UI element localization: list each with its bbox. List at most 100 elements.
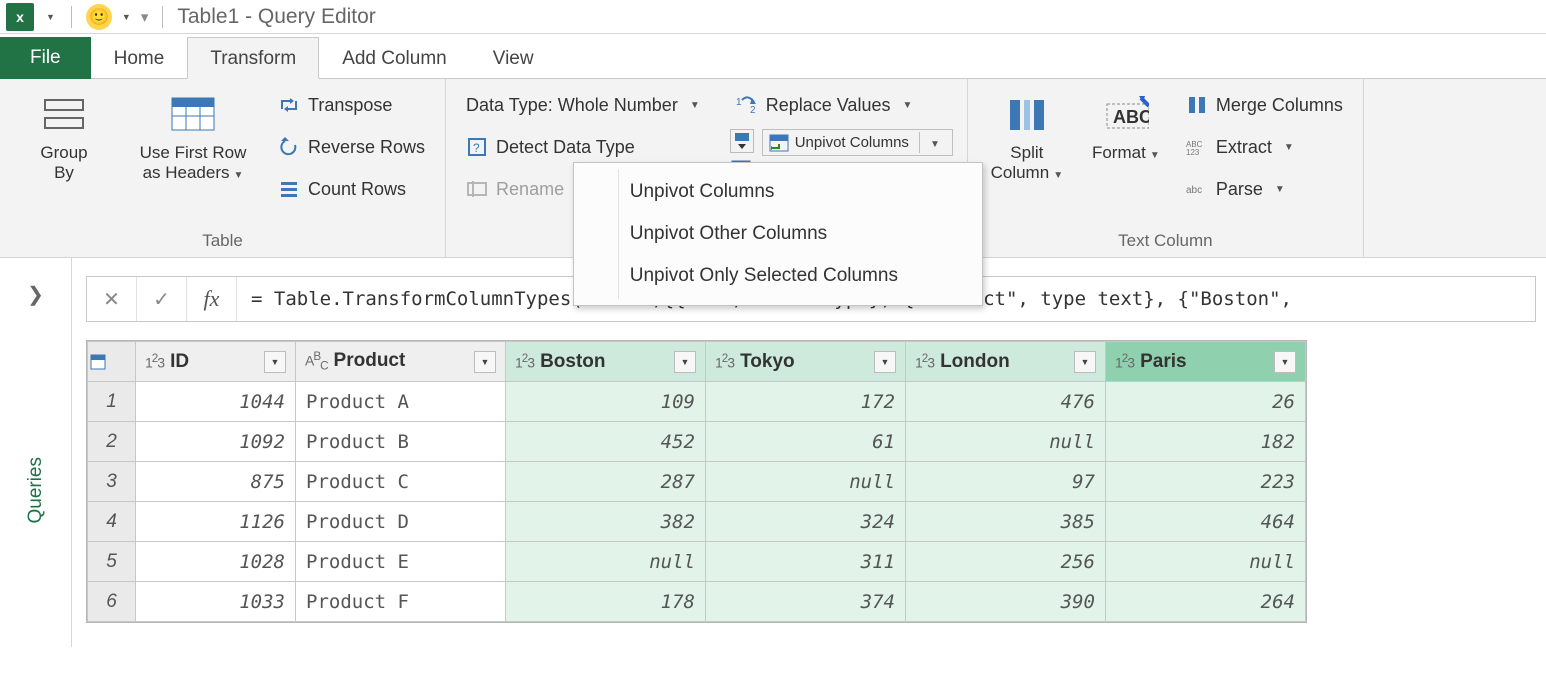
cell-value[interactable]: null bbox=[1106, 542, 1306, 582]
cell-id[interactable]: 1033 bbox=[136, 582, 296, 622]
tab-transform[interactable]: Transform bbox=[187, 37, 319, 79]
formula-accept-button[interactable]: ✓ bbox=[137, 277, 187, 321]
replace-values-button[interactable]: 12 Replace Values▼ bbox=[730, 87, 953, 123]
tab-file[interactable]: File bbox=[0, 37, 91, 79]
cell-value[interactable]: null bbox=[906, 422, 1106, 462]
cell-id[interactable]: 1126 bbox=[136, 502, 296, 542]
expand-panel-icon[interactable]: ❯ bbox=[27, 282, 44, 307]
cell-value[interactable]: 324 bbox=[706, 502, 906, 542]
table-row[interactable]: 41126Product D382324385464 bbox=[88, 502, 1306, 542]
cell-value[interactable]: 26 bbox=[1106, 382, 1306, 422]
tab-home[interactable]: Home bbox=[91, 37, 188, 79]
ribbon-group-table: Group By Use First Row as Headers▼ Trans… bbox=[0, 79, 446, 257]
cell-product[interactable]: Product F bbox=[296, 582, 506, 622]
cell-value[interactable]: 182 bbox=[1106, 422, 1306, 462]
tab-add-column[interactable]: Add Column bbox=[319, 37, 470, 79]
cell-product[interactable]: Product E bbox=[296, 542, 506, 582]
row-header[interactable]: 4 bbox=[88, 502, 136, 542]
transpose-button[interactable]: Transpose bbox=[272, 87, 431, 123]
row-header[interactable]: 5 bbox=[88, 542, 136, 582]
column-header-paris[interactable]: 123Paris▼ bbox=[1106, 342, 1306, 382]
cell-product[interactable]: Product A bbox=[296, 382, 506, 422]
cell-value[interactable]: null bbox=[706, 462, 906, 502]
table-row[interactable]: 21092Product B45261null182 bbox=[88, 422, 1306, 462]
cell-id[interactable]: 1092 bbox=[136, 422, 296, 462]
table-row[interactable]: 61033Product F178374390264 bbox=[88, 582, 1306, 622]
cell-value[interactable]: 97 bbox=[906, 462, 1106, 502]
cell-value[interactable]: null bbox=[506, 542, 706, 582]
detect-data-type-button[interactable]: ? Detect Data Type bbox=[460, 129, 706, 165]
cell-value[interactable]: 385 bbox=[906, 502, 1106, 542]
chevron-down-icon: ▼ bbox=[1053, 170, 1063, 181]
cell-value[interactable]: 109 bbox=[506, 382, 706, 422]
cell-value[interactable]: 223 bbox=[1106, 462, 1306, 502]
cell-id[interactable]: 875 bbox=[136, 462, 296, 502]
menu-unpivot-other-columns[interactable]: Unpivot Other Columns bbox=[574, 213, 982, 255]
cell-value[interactable]: 452 bbox=[506, 422, 706, 462]
cell-value[interactable]: 264 bbox=[1106, 582, 1306, 622]
grid-corner[interactable] bbox=[88, 342, 136, 382]
cell-value[interactable]: 464 bbox=[1106, 502, 1306, 542]
cell-id[interactable]: 1028 bbox=[136, 542, 296, 582]
cell-product[interactable]: Product C bbox=[296, 462, 506, 502]
count-rows-button[interactable]: Count Rows bbox=[272, 171, 431, 207]
format-button[interactable]: ABC Format▼ bbox=[1086, 87, 1166, 227]
table-row[interactable]: 51028Product Enull311256null bbox=[88, 542, 1306, 582]
column-header-product[interactable]: ABCProduct▼ bbox=[296, 342, 506, 382]
tab-view[interactable]: View bbox=[470, 37, 557, 79]
qat-overflow-icon[interactable]: ▾ bbox=[141, 8, 149, 26]
table-tools-column: Transpose Reverse Rows Count Rows bbox=[272, 87, 431, 227]
cell-value[interactable]: 374 bbox=[706, 582, 906, 622]
qat-dropdown-icon[interactable]: ▼ bbox=[46, 12, 55, 22]
row-header[interactable]: 6 bbox=[88, 582, 136, 622]
cell-value[interactable]: 476 bbox=[906, 382, 1106, 422]
row-header[interactable]: 3 bbox=[88, 462, 136, 502]
reverse-rows-button[interactable]: Reverse Rows bbox=[272, 129, 431, 165]
unpivot-columns-button[interactable]: Unpivot Columns ▼ Unpivot Columns Unpivo… bbox=[762, 129, 953, 156]
filter-dropdown-icon[interactable]: ▼ bbox=[874, 351, 896, 373]
fx-icon[interactable]: fx bbox=[187, 277, 237, 321]
split-column-button[interactable]: Split Column▼ bbox=[982, 87, 1072, 227]
column-header-tokyo[interactable]: 123Tokyo▼ bbox=[706, 342, 906, 382]
group-by-label: Group By bbox=[40, 143, 87, 182]
queries-panel-label[interactable]: Queries bbox=[25, 457, 47, 524]
cell-value[interactable]: 390 bbox=[906, 582, 1106, 622]
cell-product[interactable]: Product B bbox=[296, 422, 506, 462]
filter-dropdown-icon[interactable]: ▼ bbox=[1274, 351, 1296, 373]
group-by-button[interactable]: Group By bbox=[14, 87, 114, 227]
qat-dropdown-icon[interactable]: ▼ bbox=[122, 12, 131, 22]
filter-dropdown-icon[interactable]: ▼ bbox=[1074, 351, 1096, 373]
filter-dropdown-icon[interactable]: ▼ bbox=[674, 351, 696, 373]
column-header-london[interactable]: 123London▼ bbox=[906, 342, 1106, 382]
merge-columns-button[interactable]: Merge Columns bbox=[1180, 87, 1349, 123]
fill-icon[interactable] bbox=[730, 129, 754, 153]
use-first-row-button[interactable]: Use First Row as Headers▼ bbox=[128, 87, 258, 227]
menu-unpivot-columns[interactable]: Unpivot Columns bbox=[574, 171, 982, 213]
row-header[interactable]: 2 bbox=[88, 422, 136, 462]
cell-product[interactable]: Product D bbox=[296, 502, 506, 542]
table-row[interactable]: 3875Product C287null97223 bbox=[88, 462, 1306, 502]
cell-value[interactable]: 256 bbox=[906, 542, 1106, 582]
filter-dropdown-icon[interactable]: ▼ bbox=[264, 351, 286, 373]
table-row[interactable]: 11044Product A10917247626 bbox=[88, 382, 1306, 422]
cell-value[interactable]: 61 bbox=[706, 422, 906, 462]
unpivot-split-dropdown[interactable]: ▼ bbox=[919, 132, 946, 153]
extract-button[interactable]: ABC123 Extract▼ bbox=[1180, 129, 1349, 165]
data-type-button[interactable]: Data Type: Whole Number▼ bbox=[460, 87, 706, 123]
cell-value[interactable]: 172 bbox=[706, 382, 906, 422]
cell-value[interactable]: 178 bbox=[506, 582, 706, 622]
data-grid[interactable]: 123ID▼ABCProduct▼123Boston▼123Tokyo▼123L… bbox=[86, 340, 1307, 623]
cell-value[interactable]: 287 bbox=[506, 462, 706, 502]
column-header-id[interactable]: 123ID▼ bbox=[136, 342, 296, 382]
smiley-icon[interactable]: 🙂 bbox=[86, 4, 112, 30]
parse-button[interactable]: abc Parse▼ bbox=[1180, 171, 1349, 207]
formula-cancel-button[interactable]: ✕ bbox=[87, 277, 137, 321]
row-header[interactable]: 1 bbox=[88, 382, 136, 422]
cell-value[interactable]: 311 bbox=[706, 542, 906, 582]
cell-value[interactable]: 382 bbox=[506, 502, 706, 542]
filter-dropdown-icon[interactable]: ▼ bbox=[474, 351, 496, 373]
ribbon-group-text-column: Split Column▼ ABC Format▼ Merge Columns … bbox=[968, 79, 1364, 257]
menu-unpivot-only-selected[interactable]: Unpivot Only Selected Columns bbox=[574, 255, 982, 297]
cell-id[interactable]: 1044 bbox=[136, 382, 296, 422]
column-header-boston[interactable]: 123Boston▼ bbox=[506, 342, 706, 382]
